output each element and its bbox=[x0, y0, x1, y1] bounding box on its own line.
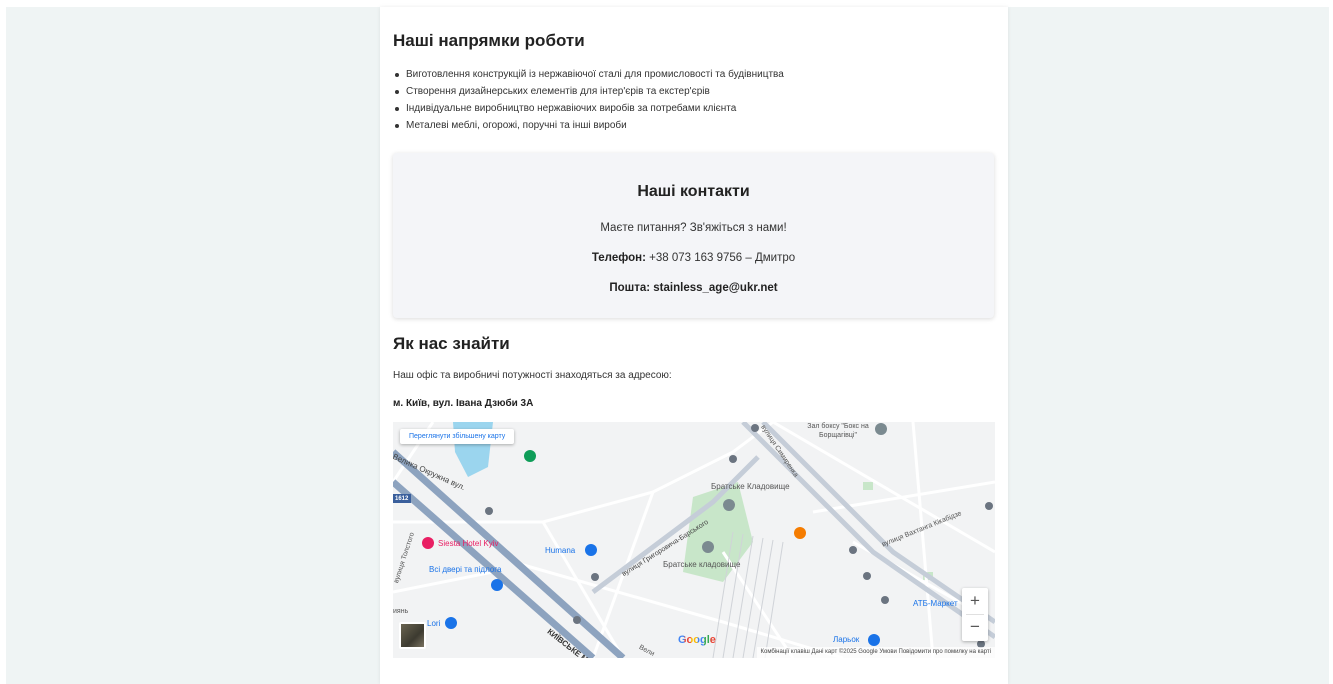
map-label-dveri[interactable]: Всі двері та підлога bbox=[429, 565, 501, 574]
map-label-cemetery-top: Братське Кладовище bbox=[711, 482, 790, 491]
map-label-lori[interactable]: Lori bbox=[427, 619, 440, 628]
google-logo: Google bbox=[678, 634, 716, 646]
poi-box-marker bbox=[875, 423, 887, 435]
list-item: Виготовлення конструкцій із нержавіючої … bbox=[393, 66, 784, 83]
poi-humana-marker bbox=[585, 544, 597, 556]
poi-cemetery-marker bbox=[702, 541, 714, 553]
contacts-card: Наші контакти Маєте питання? Зв'яжіться … bbox=[393, 153, 994, 318]
poi-park-marker bbox=[524, 450, 536, 462]
poi-hotel-marker bbox=[422, 537, 434, 549]
phone-label: Телефон: bbox=[591, 252, 646, 264]
list-item: Індивідуальне виробництво нержавіючих ви… bbox=[393, 100, 784, 117]
map-label-edge: иянь bbox=[393, 608, 409, 615]
poi-restaurant-marker bbox=[794, 527, 806, 539]
contacts-phone: Телефон: +38 073 163 9756 – Дмитро bbox=[393, 252, 994, 264]
list-item: Металеві меблі, огорожі, поручні та інші… bbox=[393, 117, 784, 134]
contacts-title: Наші контакти bbox=[637, 183, 750, 200]
map-label-humana[interactable]: Humana bbox=[545, 546, 575, 555]
zoom-out-button[interactable]: − bbox=[962, 614, 988, 640]
park-patch bbox=[863, 482, 873, 490]
contacts-email: Пошта: stainless_age@ukr.net bbox=[393, 282, 994, 294]
map-label-siesta[interactable]: Siesta Hotel Kyiv bbox=[438, 539, 498, 548]
map-label-atb[interactable]: АТБ-Маркет bbox=[913, 599, 958, 608]
main-content: Наші напрямки роботи Виготовлення констр… bbox=[380, 7, 1008, 684]
directions-title: Наші напрямки роботи bbox=[393, 31, 585, 50]
list-item: Створення дизайнерських елементів для ін… bbox=[393, 83, 784, 100]
google-logo-text: Google bbox=[678, 634, 716, 646]
poi-lori-marker bbox=[445, 617, 457, 629]
map-label-box: Зал боксу "Бокс на Борщагівці" bbox=[807, 423, 869, 439]
view-larger-map-button[interactable]: Переглянути збільшену карту bbox=[400, 429, 515, 444]
email-value[interactable]: stainless_age@ukr.net bbox=[653, 282, 777, 294]
map-attribution[interactable]: Комбінації клавіш Дані карт ©2025 Google… bbox=[756, 647, 995, 658]
email-label: Пошта: bbox=[609, 282, 651, 294]
satellite-toggle-button[interactable] bbox=[399, 622, 426, 649]
find-us-title: Як нас знайти bbox=[393, 334, 510, 353]
directions-list: Виготовлення конструкцій із нержавіючої … bbox=[393, 66, 784, 134]
map-road-shield-label: 1612 bbox=[395, 496, 409, 502]
poi-larok-marker bbox=[868, 634, 880, 646]
map-label-cemetery: Братське кладовище bbox=[663, 560, 741, 569]
address: м. Київ, вул. Івана Дзюби 3А bbox=[393, 398, 534, 409]
address-intro: Наш офіс та виробничі потужності знаходя… bbox=[393, 370, 672, 381]
poi-cemetery-marker bbox=[723, 499, 735, 511]
contacts-question: Маєте питання? Зв'яжіться з нами! bbox=[600, 222, 787, 234]
phone-value[interactable]: +38 073 163 9756 – Дмитро bbox=[649, 252, 795, 264]
embedded-map[interactable]: 1612 Зал боксу "Бокс на Борщагівці" Вели… bbox=[393, 422, 995, 658]
zoom-control: + − bbox=[962, 588, 988, 641]
map-label-larok[interactable]: Ларьок bbox=[833, 635, 859, 644]
zoom-divider bbox=[966, 614, 984, 615]
zoom-in-button[interactable]: + bbox=[962, 588, 988, 614]
poi-dveri-marker bbox=[491, 579, 503, 591]
